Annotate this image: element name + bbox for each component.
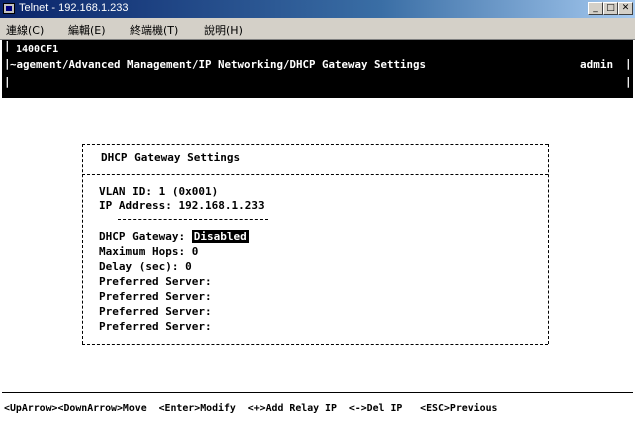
- dhcp-gateway-label: DHCP Gateway:: [99, 230, 192, 243]
- dialog-top-border: [82, 144, 548, 145]
- menu-help[interactable]: 說明(H): [204, 22, 243, 38]
- preferred-server-3[interactable]: Preferred Server:: [99, 305, 212, 319]
- menu-connect[interactable]: 連線(C): [6, 22, 44, 38]
- maximum-hops-field[interactable]: Maximum Hops: 0: [99, 245, 198, 259]
- dialog-title-separator: [82, 174, 548, 175]
- dhcp-gateway-value[interactable]: Disabled: [191, 230, 249, 243]
- footer-separator: [2, 392, 633, 393]
- menu-edit[interactable]: 編輯(E): [68, 22, 106, 38]
- menu-terminal[interactable]: 終端機(T): [130, 22, 178, 38]
- vlan-id-field: VLAN ID: 1 (0x001): [99, 185, 219, 198]
- menu-bar: 連線(C) 編輯(E) 終端機(T) 說明(H): [0, 18, 635, 40]
- dialog-left-border: [82, 144, 83, 344]
- dialog-right-border: [548, 144, 549, 344]
- preferred-server-2[interactable]: Preferred Server:: [99, 290, 212, 304]
- header-band: | 1400CF1 | ~agement/Advanced Management…: [2, 39, 633, 98]
- delay-field[interactable]: Delay (sec): 0: [99, 260, 192, 274]
- window-titlebar: Telnet - 192.168.1.233 _ □ ✕: [0, 0, 635, 18]
- preferred-server-1[interactable]: Preferred Server:: [99, 275, 212, 289]
- minimize-button[interactable]: _: [588, 2, 603, 15]
- window-title: Telnet - 192.168.1.233: [19, 2, 129, 14]
- field-separator: [118, 219, 268, 220]
- terminal-screen[interactable]: | 1400CF1 | ~agement/Advanced Management…: [2, 39, 633, 432]
- close-button[interactable]: ✕: [618, 2, 633, 15]
- device-name: 1400CF1: [16, 44, 59, 55]
- dialog-bottom-border: [82, 344, 548, 345]
- ip-address-field: IP Address: 192.168.1.233: [99, 199, 265, 212]
- telnet-app-icon: [3, 3, 15, 14]
- user-name: admin: [580, 58, 614, 71]
- maximize-button[interactable]: □: [603, 2, 618, 15]
- menu-path: ~agement/Advanced Management/IP Networki…: [10, 58, 427, 71]
- preferred-server-4[interactable]: Preferred Server:: [99, 320, 212, 334]
- key-help-footer: <UpArrow><DownArrow>Move <Enter>Modify <…: [4, 403, 498, 414]
- dialog-title: DHCP Gateway Settings: [101, 151, 241, 164]
- dhcp-gateway-row[interactable]: DHCP Gateway: Disabled: [99, 230, 249, 244]
